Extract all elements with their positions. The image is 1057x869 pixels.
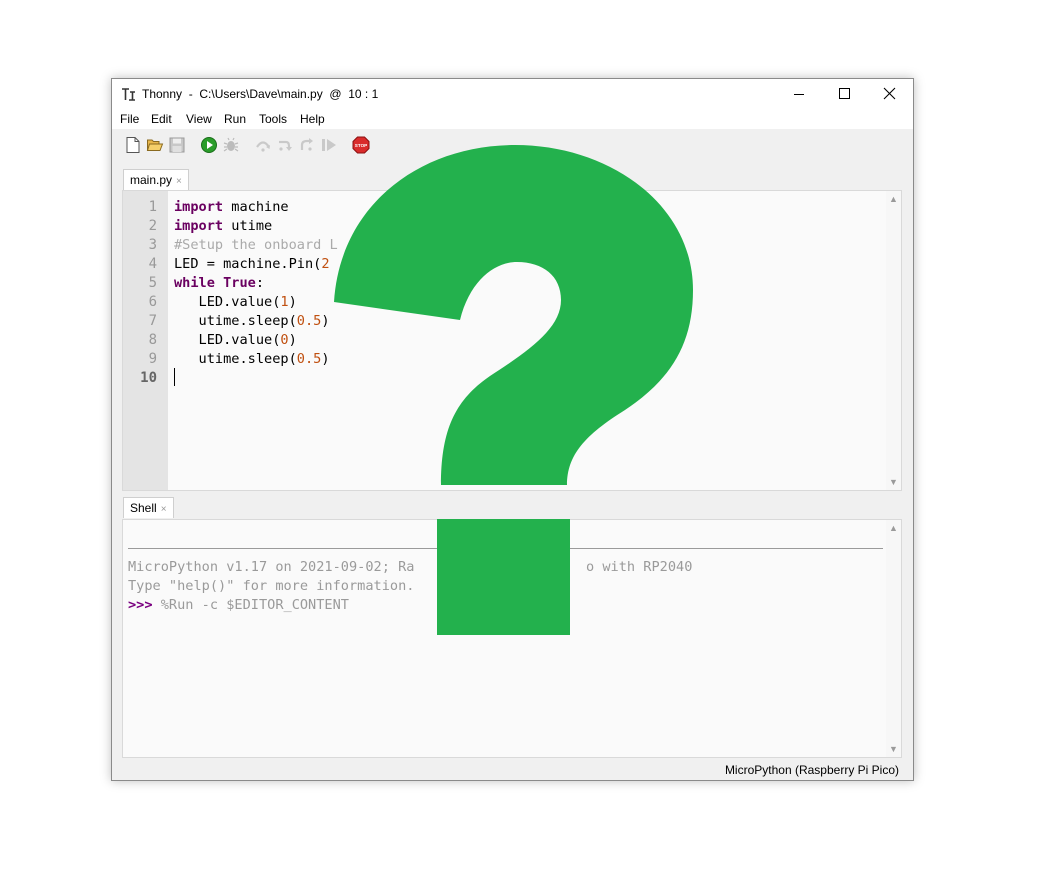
line-number: 3: [148, 237, 157, 253]
thonny-app-icon: [122, 88, 135, 101]
line-number: 8: [148, 332, 157, 348]
menu-help[interactable]: Help: [300, 112, 325, 126]
tab-close-icon[interactable]: ×: [176, 176, 182, 187]
shell-output-line: Type "help()" for more information.: [128, 578, 415, 594]
open-file-icon[interactable]: [146, 136, 164, 154]
line-number-current: 10: [140, 370, 157, 386]
menu-bar: File Edit View Run Tools Help: [112, 109, 913, 129]
line-number: 7: [148, 313, 157, 329]
code-line: utime.sleep(0.5): [174, 313, 330, 329]
code-line: import machine: [174, 199, 289, 215]
editor-scrollbar[interactable]: ▲ ▼: [886, 191, 901, 490]
line-number: 5: [148, 275, 157, 291]
step-into-icon[interactable]: [276, 136, 294, 154]
text-caret: [174, 368, 175, 386]
maximize-icon: [839, 88, 850, 99]
code-line: while True:: [174, 275, 265, 291]
tab-shell[interactable]: Shell ×: [123, 497, 174, 518]
window-title: Thonny - C:\Users\Dave\main.py @ 10 : 1: [142, 87, 379, 101]
thonny-window: Thonny - C:\Users\Dave\main.py @ 10 : 1 …: [111, 78, 914, 781]
new-file-icon[interactable]: [124, 136, 142, 154]
run-icon[interactable]: [200, 136, 218, 154]
title-bar: Thonny - C:\Users\Dave\main.py @ 10 : 1: [112, 79, 913, 109]
scroll-up-icon[interactable]: ▲: [889, 523, 898, 533]
tab-label: Shell: [130, 501, 157, 515]
shell-console[interactable]: MicroPython v1.17 on 2021-09-02; Ra o wi…: [122, 519, 902, 758]
shell-scrollbar[interactable]: ▲ ▼: [886, 520, 901, 757]
stop-label: STOP: [355, 143, 367, 148]
code-line-fragment: t): [431, 256, 448, 272]
shell-output-line: MicroPython v1.17 on 2021-09-02; Ra: [128, 559, 415, 575]
step-out-icon[interactable]: [298, 136, 316, 154]
shell-output-line: o with RP2040: [586, 559, 693, 575]
scroll-down-icon[interactable]: ▼: [889, 477, 898, 487]
line-number: 2: [148, 218, 157, 234]
menu-tools[interactable]: Tools: [259, 112, 287, 126]
close-window-button[interactable]: [867, 79, 913, 109]
code-line: #Setup the onboard L: [174, 237, 338, 253]
code-line: utime.sleep(0.5): [174, 351, 330, 367]
tab-close-icon[interactable]: ×: [161, 504, 167, 515]
scroll-up-icon[interactable]: ▲: [889, 194, 898, 204]
toolbar: STOP: [112, 133, 913, 159]
code-line: LED.value(1): [174, 294, 297, 310]
step-over-icon[interactable]: [254, 136, 272, 154]
tab-label: main.py: [130, 173, 173, 187]
shell-command: %Run -c $EDITOR_CONTENT: [152, 597, 349, 613]
minimize-button[interactable]: [775, 79, 821, 109]
line-number: 1: [148, 199, 157, 215]
status-bar-interpreter[interactable]: MicroPython (Raspberry Pi Pico): [725, 763, 899, 777]
close-icon: [883, 87, 896, 100]
debug-icon[interactable]: [222, 136, 240, 154]
menu-view[interactable]: View: [186, 112, 212, 126]
line-number: 6: [148, 294, 157, 310]
stop-icon[interactable]: STOP: [352, 136, 370, 154]
tab-main-py[interactable]: main.py ×: [123, 169, 189, 190]
code-editor[interactable]: 1 2 3 4 5 6 7 8 9 10 import machine impo…: [122, 190, 902, 491]
maximize-button[interactable]: [821, 79, 867, 109]
code-line: LED = machine.Pin(2: [174, 256, 330, 272]
code-line: LED.value(0): [174, 332, 297, 348]
line-number-gutter: 1 2 3 4 5 6 7 8 9 10: [123, 191, 168, 490]
menu-edit[interactable]: Edit: [151, 112, 172, 126]
code-line: import utime: [174, 218, 273, 234]
line-number: 4: [148, 256, 157, 272]
shell-separator: [128, 548, 883, 549]
shell-prompt: >>>: [128, 597, 153, 613]
scroll-down-icon[interactable]: ▼: [889, 744, 898, 754]
line-number: 9: [148, 351, 157, 367]
menu-run[interactable]: Run: [224, 112, 246, 126]
shell-prompt-line: >>> %Run -c $EDITOR_CONTENT: [128, 596, 349, 615]
menu-file[interactable]: File: [120, 112, 139, 126]
resume-icon[interactable]: [320, 136, 338, 154]
minimize-icon: [794, 94, 804, 95]
save-icon[interactable]: [168, 136, 186, 154]
